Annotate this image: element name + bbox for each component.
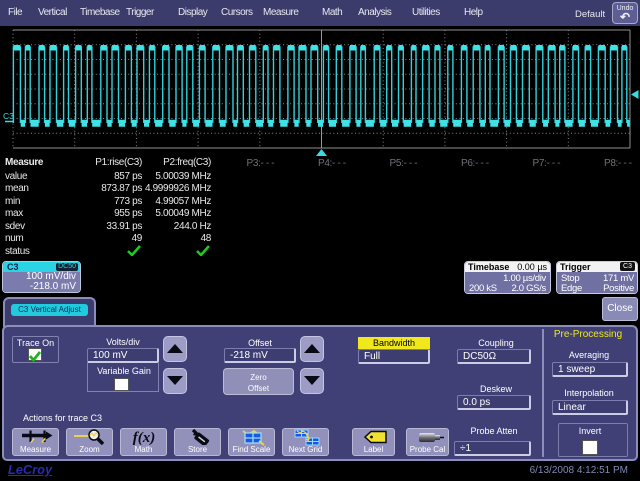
- svg-text:C3: C3: [3, 111, 14, 121]
- svg-text:f(x): f(x): [132, 430, 155, 445]
